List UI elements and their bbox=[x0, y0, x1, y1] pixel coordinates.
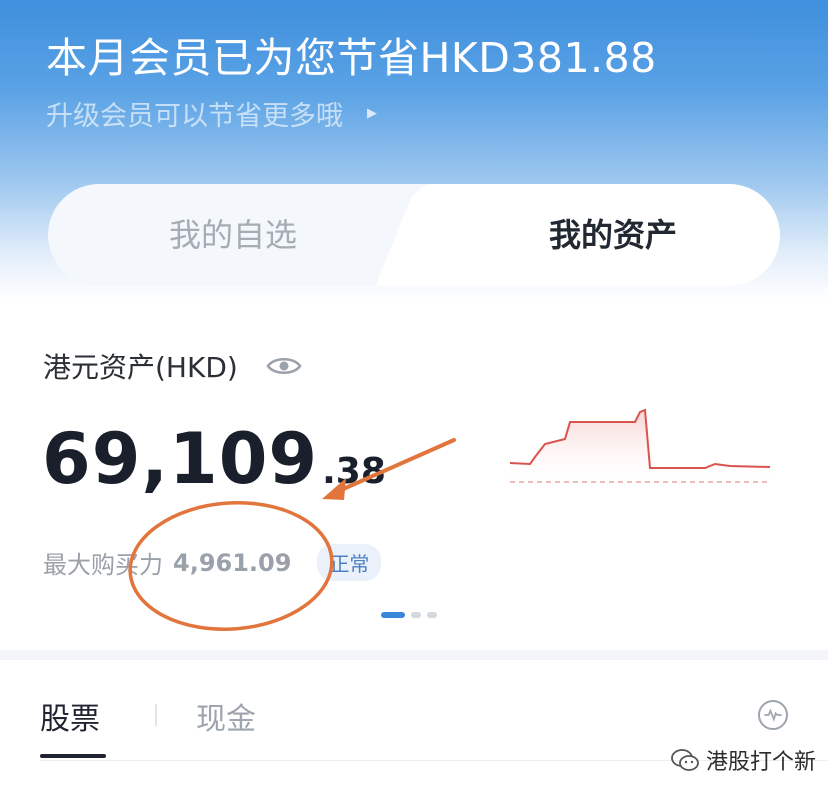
tab-stocks-underline bbox=[40, 754, 106, 758]
carousel-dot-2 bbox=[411, 612, 421, 618]
status-badge: 正常 bbox=[317, 544, 382, 581]
upgrade-member-text: 升级会员可以节省更多哦 bbox=[46, 101, 343, 132]
wechat-icon bbox=[671, 749, 699, 771]
carousel-dot-1 bbox=[381, 612, 405, 618]
upgrade-member-link[interactable]: 升级会员可以节省更多哦 ▶ bbox=[46, 94, 377, 133]
carousel-indicator bbox=[381, 612, 443, 618]
chevron-right-icon: ▶ bbox=[367, 106, 377, 121]
total-asset-value: 69,109.38 bbox=[42, 418, 386, 500]
watermark: 港股打个新 bbox=[670, 744, 816, 776]
asset-value-decimal: .38 bbox=[322, 451, 386, 492]
carousel-dot-3 bbox=[427, 612, 437, 618]
buying-power-row: 最大购买力 4,961.09 正常 bbox=[43, 544, 382, 581]
eye-icon[interactable] bbox=[266, 354, 302, 378]
asset-trend-sparkline[interactable] bbox=[505, 400, 775, 495]
member-savings-title: 本月会员已为您节省HKD381.88 bbox=[46, 34, 657, 82]
tab-watchlist[interactable]: 我的自选 bbox=[88, 184, 378, 286]
main-tabs: 我的自选 我的资产 bbox=[48, 184, 780, 286]
tab-cash[interactable]: 现金 bbox=[196, 694, 256, 738]
pulse-icon[interactable] bbox=[758, 700, 788, 730]
asset-currency-label: 港元资产(HKD) bbox=[43, 351, 238, 384]
asset-currency-label-row: 港元资产(HKD) bbox=[43, 346, 302, 386]
tab-my-assets[interactable]: 我的资产 bbox=[468, 184, 758, 286]
watermark-text: 港股打个新 bbox=[706, 750, 817, 775]
buying-power-label: 最大购买力 bbox=[43, 551, 163, 579]
tab-separator bbox=[155, 704, 157, 726]
asset-value-integer: 69,109 bbox=[42, 418, 319, 500]
sparkline-area bbox=[510, 410, 770, 490]
tab-stocks[interactable]: 股票 bbox=[40, 694, 100, 738]
section-divider bbox=[0, 650, 828, 660]
buying-power-value: 4,961.09 bbox=[173, 548, 292, 577]
